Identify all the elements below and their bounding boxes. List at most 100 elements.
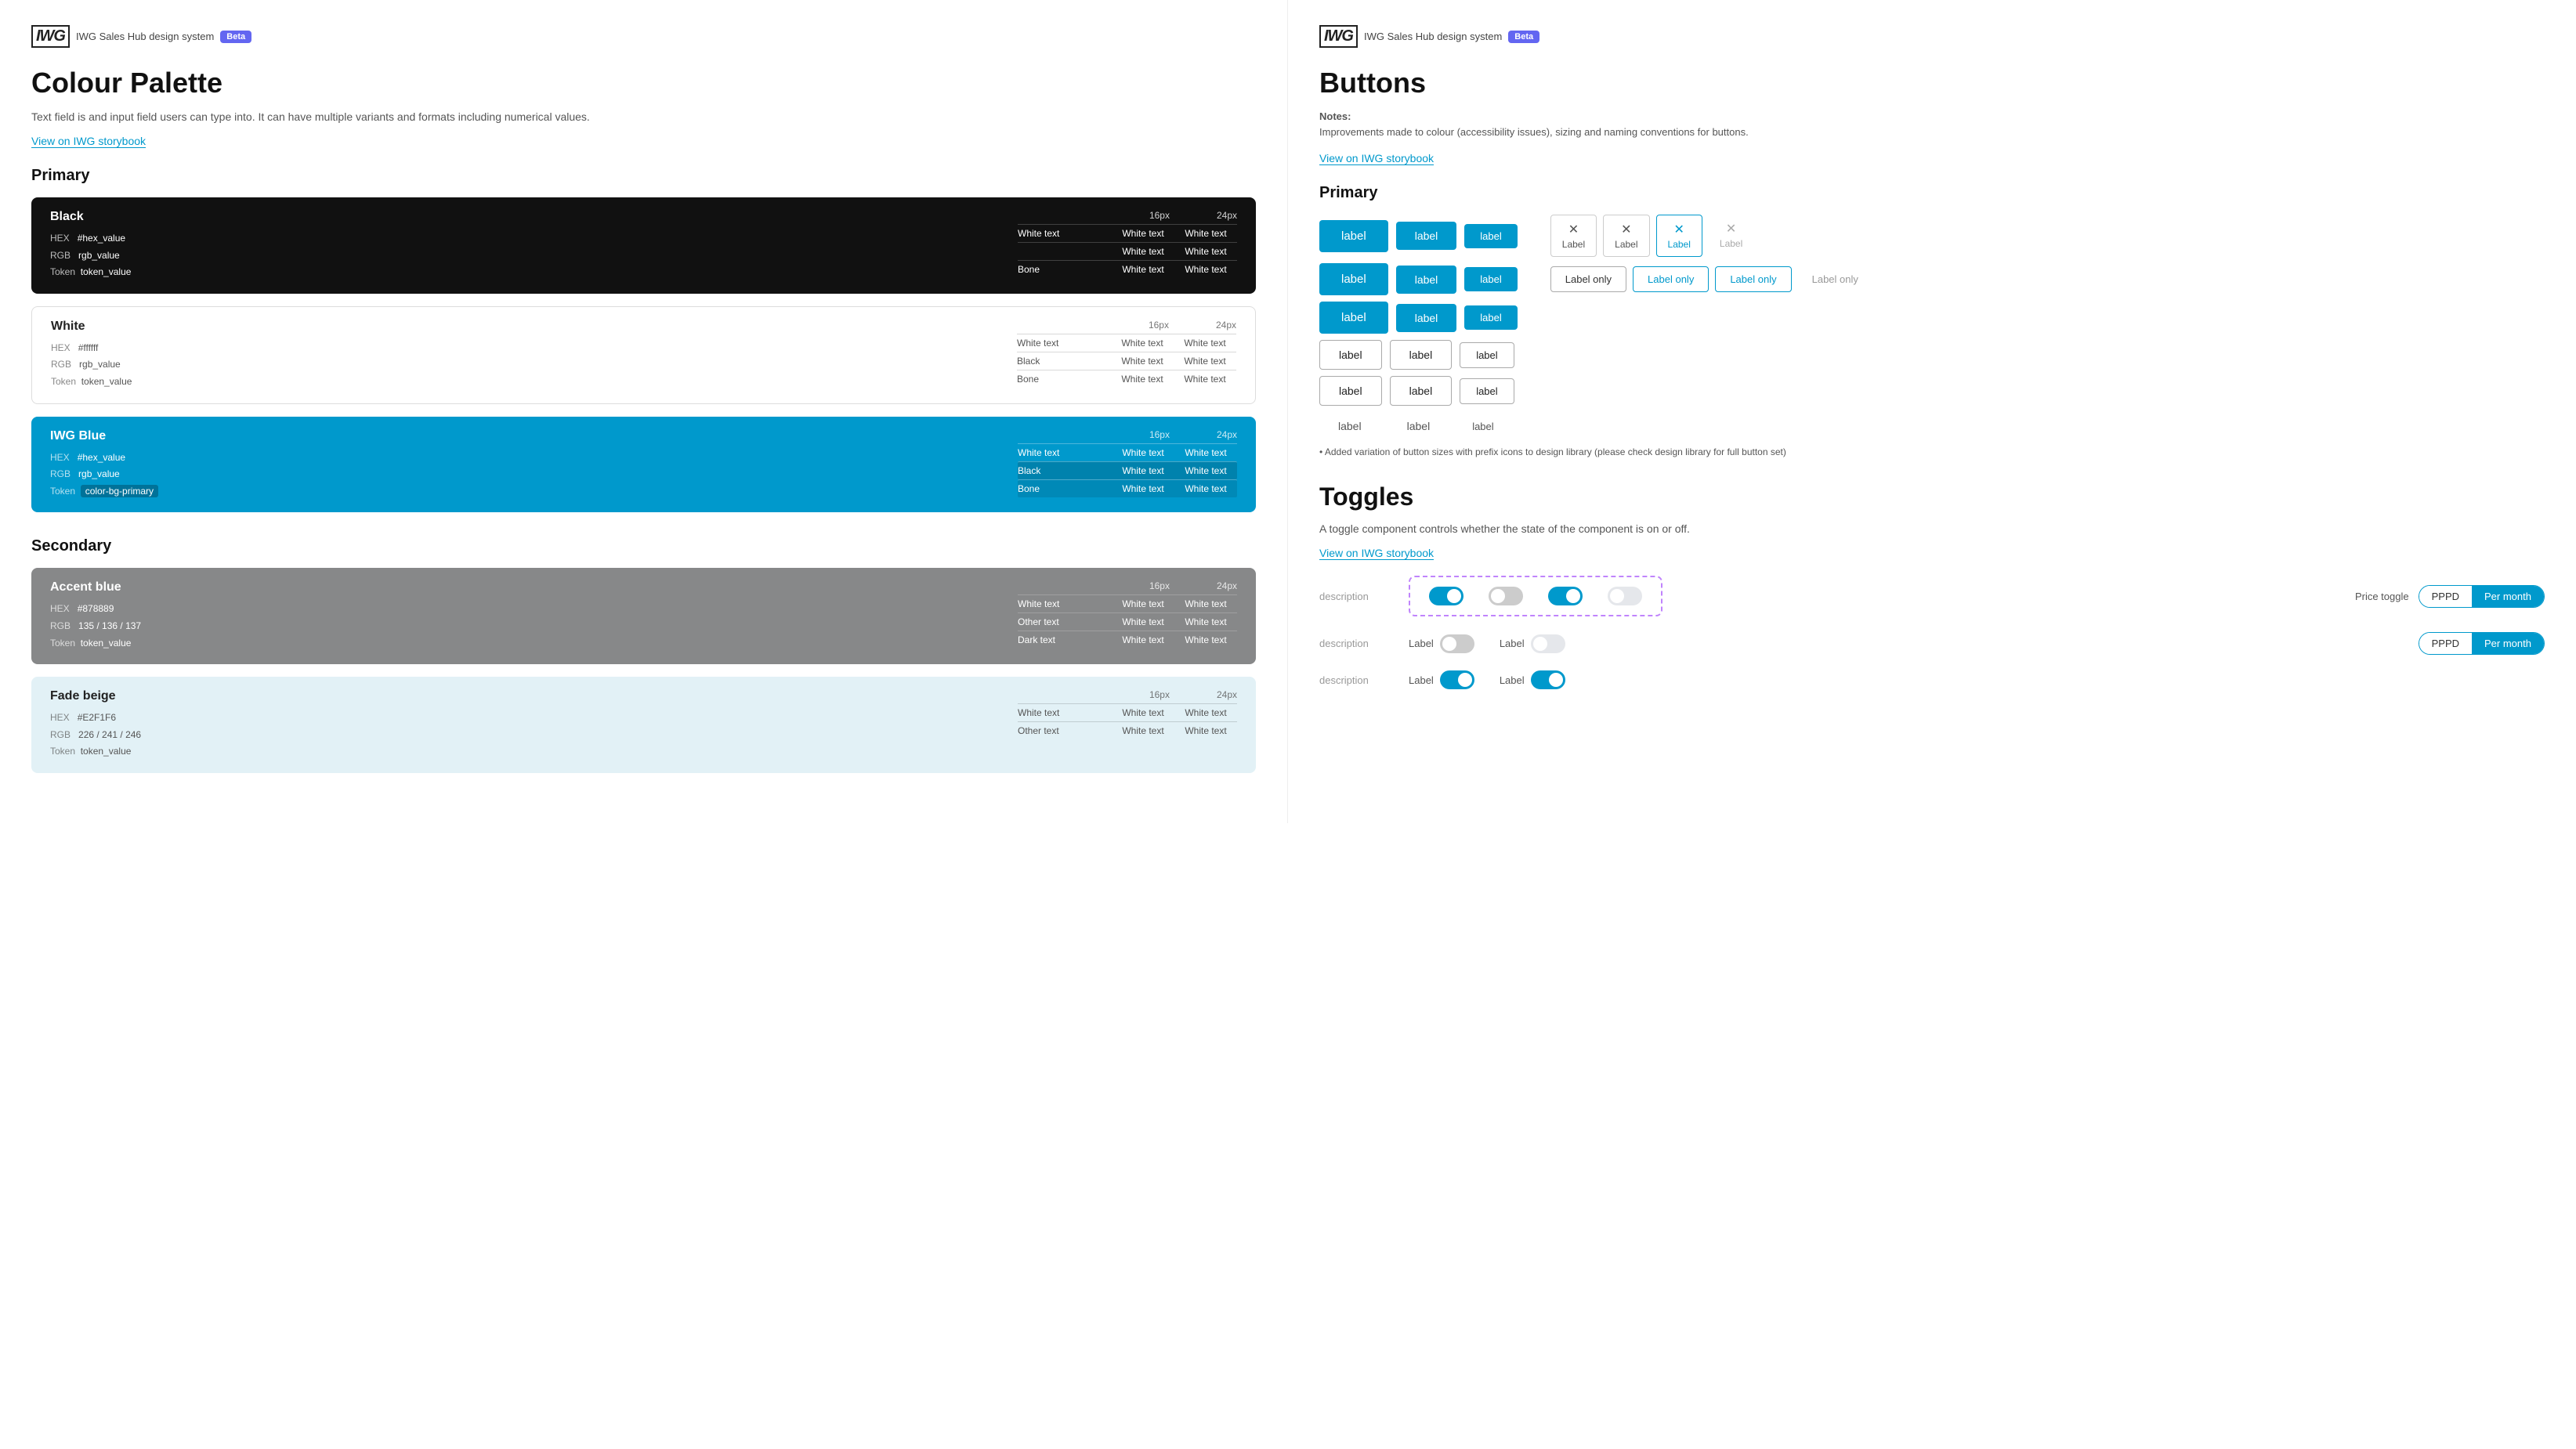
btn-icon-2[interactable]: ✕ Label — [1603, 215, 1649, 257]
toggle-group-2: Label Label — [1409, 634, 1565, 653]
label-only-2[interactable]: Label only — [1633, 266, 1709, 292]
colour-black-table: 16px24px White text White text White tex… — [1018, 210, 1237, 278]
label-only-4[interactable]: Label only — [1798, 266, 1872, 292]
btn-primary-sm-3[interactable]: label — [1464, 305, 1517, 330]
right-storybook-link[interactable]: View on IWG storybook — [1319, 152, 1434, 165]
btn-icon-label-1: Label — [1562, 239, 1585, 250]
per-month-pill-2[interactable]: Per month — [2472, 633, 2544, 654]
toggles-desc: A toggle component controls whether the … — [1319, 521, 2545, 537]
x-icon-3: ✕ — [1674, 222, 1684, 237]
btn-icon-1[interactable]: ✕ Label — [1550, 215, 1597, 257]
pppd-pill-1[interactable]: PPPD — [2419, 586, 2472, 607]
left-page-desc: Text field is and input field users can … — [31, 109, 1256, 125]
toggle-on-1[interactable] — [1429, 587, 1463, 605]
notes-text: Improvements made to colour (accessibili… — [1319, 126, 1749, 138]
btn-primary-sm-2[interactable]: label — [1464, 267, 1517, 291]
toggle-off-2[interactable] — [1608, 587, 1642, 605]
icon-btn-group: ✕ Label ✕ Label ✕ Label ✕ Label — [1550, 215, 1754, 257]
colour-fade-beige: Fade beige HEX #E2F1F6 RGB 226 / 241 / 2… — [31, 677, 1256, 773]
colour-white-table: 16px24px White text White text White tex… — [1017, 320, 1236, 388]
price-toggle-pill-group[interactable]: PPPD Per month — [2419, 585, 2545, 608]
toggle-track-off-2 — [1608, 587, 1642, 605]
btn-icon-3[interactable]: ✕ Label — [1656, 215, 1702, 257]
price-toggle-section: Price toggle PPPD Per month — [2355, 585, 2545, 608]
toggle-label-1a: Label — [1409, 638, 1434, 649]
btn-row-3: label label label — [1319, 302, 2545, 334]
btn-outline-md-1[interactable]: label — [1390, 340, 1453, 370]
toggles-storybook-link[interactable]: View on IWG storybook — [1319, 547, 1434, 560]
colour-black-name: Black — [50, 210, 131, 224]
toggle-track-off-1 — [1489, 587, 1523, 605]
toggle-row-2: description Label Label — [1319, 632, 2545, 655]
label-only-1[interactable]: Label only — [1550, 266, 1626, 292]
toggle-desc-1: description — [1319, 591, 1390, 602]
colour-accent-blue: Accent blue HEX #878889 RGB 135 / 136 / … — [31, 568, 1256, 664]
btn-primary-lg-1[interactable]: label — [1319, 220, 1388, 252]
toggle-label-2a: Label — [1500, 638, 1525, 649]
toggle-dashed-box — [1409, 576, 1662, 616]
left-storybook-link[interactable]: View on IWG storybook — [31, 135, 146, 148]
toggle-label-switch-3[interactable] — [1440, 670, 1474, 689]
colour-iwg-blue: IWG Blue HEX #hex_value RGB rgb_value To… — [31, 417, 1256, 513]
btn-primary-md-2[interactable]: label — [1396, 266, 1457, 294]
btn-primary-md-1[interactable]: label — [1396, 222, 1457, 250]
toggle-label-switch-4[interactable] — [1531, 670, 1565, 689]
colour-blue-table: 16px24px White text White text White tex… — [1018, 429, 1237, 497]
buttons-primary-title: Primary — [1319, 184, 2545, 202]
price-toggle-label: Price toggle — [2355, 591, 2409, 602]
btn-primary-lg-3[interactable]: label — [1319, 302, 1388, 334]
btn-ghost-lg-1[interactable]: label — [1319, 412, 1380, 440]
btn-note: • Added variation of button sizes with p… — [1319, 446, 2545, 457]
price-toggle-pill-group-2[interactable]: PPPD Per month — [2419, 632, 2545, 655]
toggle-label-3a: Label — [1409, 674, 1434, 686]
pppd-pill-2[interactable]: PPPD — [2419, 633, 2472, 654]
btn-outline-lg-1[interactable]: label — [1319, 340, 1382, 370]
label-only-group: Label only Label only Label only Label o… — [1550, 266, 1872, 292]
btn-primary-sm-1[interactable]: label — [1464, 224, 1517, 248]
toggle-on-2[interactable] — [1548, 587, 1583, 605]
right-beta-badge: Beta — [1508, 31, 1539, 43]
notes-label: Notes: — [1319, 110, 1351, 122]
toggle-label-switch-1[interactable] — [1440, 634, 1474, 653]
toggle-track-label-2 — [1531, 634, 1565, 653]
colour-fade-name: Fade beige — [50, 689, 141, 703]
logo-right: IWG — [1319, 25, 1358, 48]
toggle-track-on-2 — [1548, 587, 1583, 605]
label-only-3[interactable]: Label only — [1715, 266, 1791, 292]
toggle-track-on-1 — [1429, 587, 1463, 605]
left-header-title: IWG Sales Hub design system — [76, 31, 214, 42]
colour-accent-meta: HEX #878889 RGB 135 / 136 / 137 Token to… — [50, 601, 141, 652]
btn-row-outline-2: label label label — [1319, 376, 2545, 406]
btn-primary-md-3[interactable]: label — [1396, 304, 1457, 332]
toggle-thumb-label-2 — [1533, 637, 1547, 651]
toggle-with-label-2: Label — [1500, 634, 1565, 653]
btn-outline-sm-2[interactable]: label — [1460, 378, 1514, 404]
toggle-row-1: description — [1319, 576, 2545, 616]
toggle-thumb-label-3 — [1458, 673, 1472, 687]
toggle-off-1[interactable] — [1489, 587, 1523, 605]
btn-outline-lg-2[interactable]: label — [1319, 376, 1382, 406]
price-toggle-2-section: PPPD Per month — [2419, 632, 2545, 655]
secondary-colours-section: Secondary Accent blue HEX #878889 RGB 13… — [31, 537, 1256, 773]
btn-ghost-sm-1[interactable]: label — [1456, 414, 1509, 439]
toggle-group-3: Label Label — [1409, 670, 1565, 689]
btn-outline-sm-1[interactable]: label — [1460, 342, 1514, 368]
toggle-track-label-3 — [1440, 670, 1474, 689]
toggle-row-3: description Label Label — [1319, 670, 2545, 689]
logo-left: IWG — [31, 25, 70, 48]
toggle-label-switch-2[interactable] — [1531, 634, 1565, 653]
colour-fade-meta: HEX #E2F1F6 RGB 226 / 241 / 246 Token to… — [50, 710, 141, 761]
toggle-with-label-1: Label — [1409, 634, 1474, 653]
colour-black-meta: HEX #hex_value RGB rgb_value Token token… — [50, 230, 131, 281]
toggle-desc-2: description — [1319, 638, 1390, 649]
secondary-section-title: Secondary — [31, 537, 1256, 555]
toggles-section: Toggles A toggle component controls whet… — [1319, 482, 2545, 689]
btn-primary-lg-2[interactable]: label — [1319, 263, 1388, 295]
left-header: IWG IWG Sales Hub design system Beta — [31, 25, 1256, 48]
btn-icon-4[interactable]: ✕ Label — [1709, 215, 1753, 257]
btn-outline-md-2[interactable]: label — [1390, 376, 1453, 406]
colour-blue-name: IWG Blue — [50, 429, 158, 443]
btn-ghost-md-1[interactable]: label — [1388, 412, 1449, 440]
per-month-pill-1[interactable]: Per month — [2472, 586, 2544, 607]
toggle-label-4a: Label — [1500, 674, 1525, 686]
